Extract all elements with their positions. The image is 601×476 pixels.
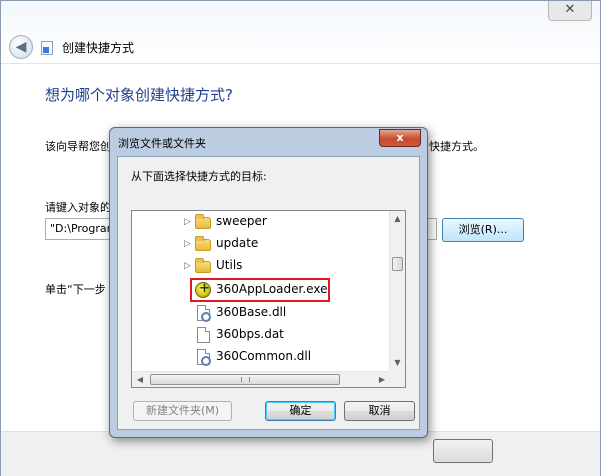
scrollbar-corner — [389, 371, 405, 387]
tree-item-label: sweeper — [216, 214, 267, 228]
wizard-close-button[interactable]: ✕ — [548, 1, 592, 21]
tree-item-label: 360bps.dat — [216, 327, 284, 341]
tree-item-360common-dll[interactable]: 360Common.dll — [132, 346, 390, 368]
expand-arrow-icon[interactable]: ▷ — [184, 215, 194, 229]
folder-icon — [195, 236, 211, 251]
tree-item-360apploader-exe[interactable]: 360AppLoader.exe — [132, 279, 390, 301]
dll-icon — [197, 349, 211, 366]
vertical-scrollbar[interactable]: ▲ ▼ — [389, 211, 405, 371]
tree-item-sweeper[interactable]: ▷ sweeper — [132, 211, 390, 233]
tree-item-label: update — [216, 236, 259, 250]
dialog-body: 从下面选择快捷方式的目标: ▷ sweeper ▷ update ▷ Utils — [117, 156, 420, 430]
horizontal-scroll-thumb[interactable] — [150, 374, 340, 385]
wizard-description-tail: 快捷方式。 — [429, 140, 484, 153]
browse-button[interactable]: 浏览(R)... — [442, 218, 524, 242]
dialog-prompt: 从下面选择快捷方式的目标: — [131, 170, 267, 183]
next-button[interactable] — [433, 439, 493, 463]
wizard-description: 该向导帮您创 — [45, 140, 111, 153]
file-tree-items: ▷ sweeper ▷ update ▷ Utils 360 — [132, 211, 390, 369]
tree-item-update[interactable]: ▷ update — [132, 233, 390, 255]
tree-item-label: Utils — [216, 258, 243, 272]
file-icon — [197, 327, 210, 343]
file-tree[interactable]: ▷ sweeper ▷ update ▷ Utils 360 — [131, 210, 406, 388]
header-divider — [1, 63, 600, 64]
horizontal-scrollbar[interactable]: ◀ ▶ — [132, 371, 390, 387]
folder-icon — [195, 258, 211, 273]
tree-item-utils[interactable]: ▷ Utils — [132, 255, 390, 277]
expand-arrow-icon[interactable]: ▷ — [184, 237, 194, 251]
tree-item-label: 360Common.dll — [216, 349, 312, 363]
back-button[interactable]: ◀ — [9, 35, 33, 59]
exe-icon — [195, 281, 211, 298]
scroll-up-icon[interactable]: ▲ — [390, 211, 405, 227]
new-folder-button[interactable]: 新建文件夹(M) — [133, 401, 232, 421]
wizard-heading: 想为哪个对象创建快捷方式? — [45, 86, 233, 104]
location-label: 请键入对象的 — [45, 201, 111, 214]
dialog-close-button[interactable]: x — [379, 129, 421, 147]
scroll-down-icon[interactable]: ▼ — [390, 355, 405, 371]
tree-item-label: 360AppLoader.exe — [216, 282, 328, 296]
tree-item-label: 360Base.dll — [216, 305, 287, 319]
dialog-titlebar[interactable]: 浏览文件或文件夹 x — [110, 128, 427, 156]
cancel-button[interactable]: 取消 — [344, 401, 415, 421]
dll-icon — [197, 305, 211, 322]
tree-item-360base-dll[interactable]: 360Base.dll — [132, 302, 390, 324]
next-hint: 单击“下一步 — [45, 283, 106, 296]
scroll-left-icon[interactable]: ◀ — [132, 372, 148, 387]
vertical-scroll-thumb[interactable] — [392, 257, 403, 271]
shortcut-icon — [41, 41, 53, 55]
dialog-title: 浏览文件或文件夹 — [118, 137, 206, 150]
expand-arrow-icon[interactable]: ▷ — [184, 259, 194, 273]
ok-button[interactable]: 确定 — [265, 401, 336, 421]
tree-item-360bps-dat[interactable]: 360bps.dat — [132, 324, 390, 346]
wizard-title: 创建快捷方式 — [62, 41, 135, 55]
folder-icon — [195, 214, 211, 229]
browse-dialog: 浏览文件或文件夹 x 从下面选择快捷方式的目标: ▷ sweeper ▷ upd… — [109, 127, 428, 438]
scroll-right-icon[interactable]: ▶ — [374, 372, 390, 387]
